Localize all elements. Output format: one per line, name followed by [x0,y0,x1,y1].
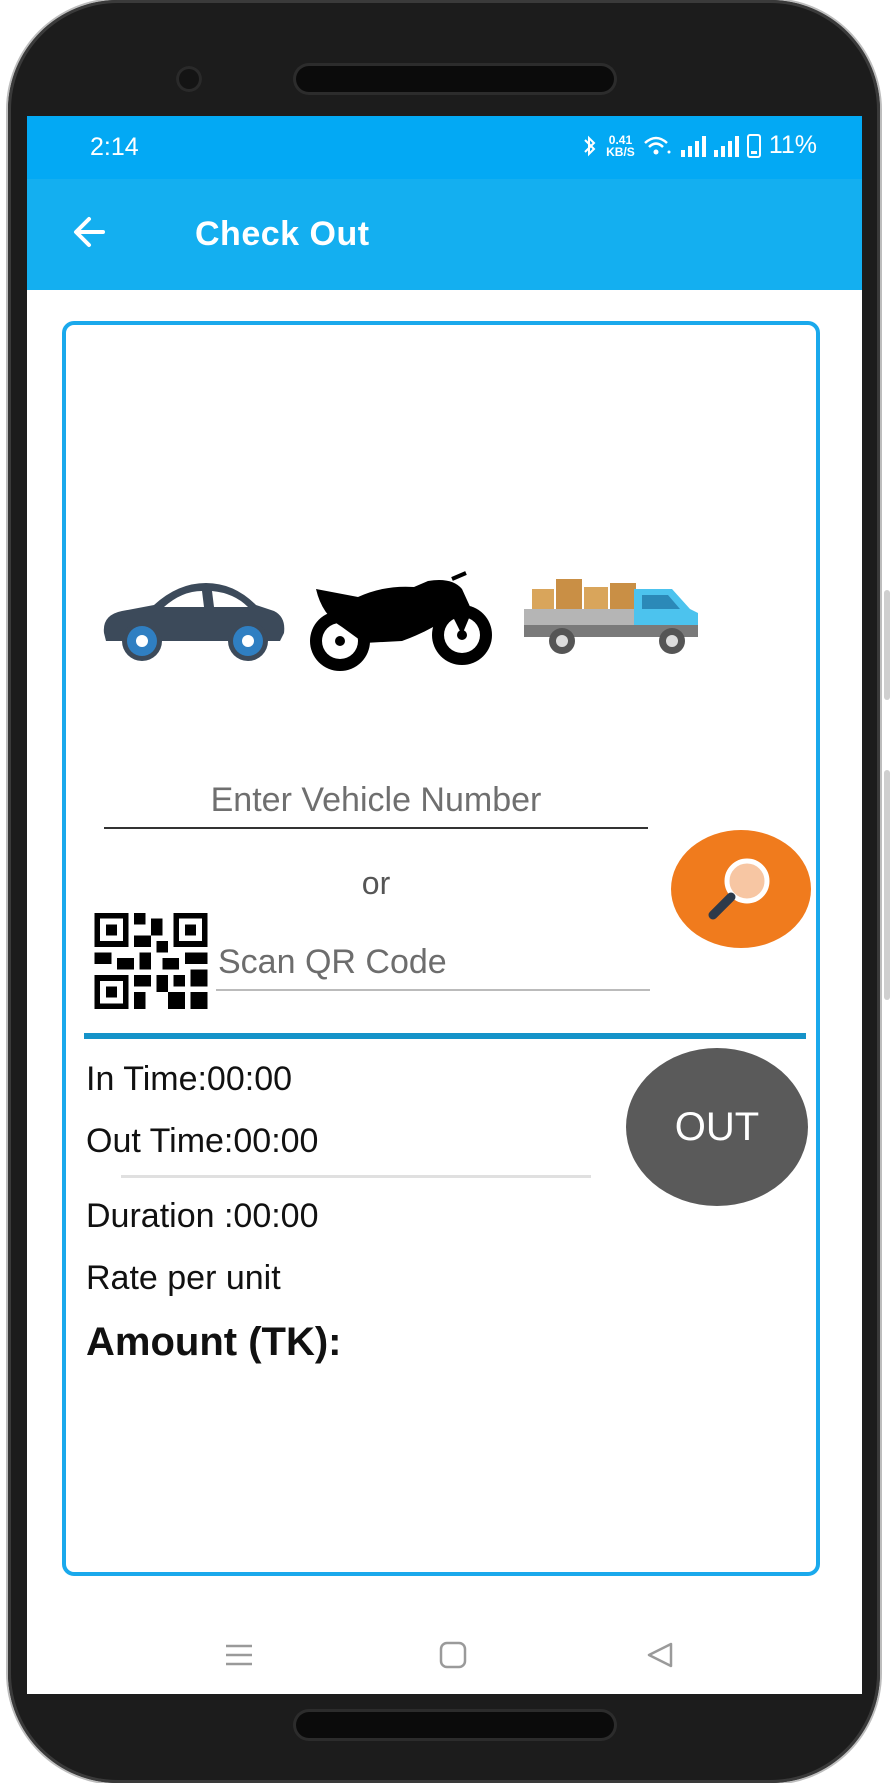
status-time: 2:14 [90,133,139,161]
rate-label: Rate per unit [86,1259,281,1297]
system-nav-bar [27,1616,862,1694]
bottom-speaker [296,1712,614,1738]
back-button[interactable] [615,1616,705,1694]
scan-qr-input[interactable] [216,935,650,991]
signal-icon-2 [713,135,739,157]
top-speaker [296,66,614,92]
search-button[interactable] [671,830,811,948]
bluetooth-icon [584,135,596,156]
network-speed-value: 0.41 [608,132,633,147]
battery-icon [746,133,761,158]
home-square-icon [439,1641,467,1669]
menu-icon [226,1644,252,1666]
front-camera [176,66,202,92]
vehicle-number-input[interactable] [104,773,648,829]
car-icon[interactable] [98,575,288,665]
wifi-icon [643,136,671,154]
network-speed-unit: KB/S [606,144,635,159]
back-triangle-icon [647,1642,673,1668]
back-arrow-icon[interactable] [67,207,117,257]
signal-icon-1 [680,135,706,157]
status-icons: 0.41 KB/S 11% [582,131,817,160]
motorbike-icon[interactable] [302,571,498,675]
volume-button [884,590,890,700]
recent-apps-button[interactable] [194,1616,284,1694]
network-speed: 0.41 KB/S [606,134,635,158]
section-divider [84,1033,806,1039]
app-bar: Check Out [27,179,862,290]
power-button [884,770,890,1000]
status-bar: 2:14 0.41 KB/S 11% [27,116,862,179]
amount-label: Amount (TK): [86,1320,342,1364]
checkout-card: or In Time:00:00 Out Time:00:00 D [62,321,820,1576]
duration-label: Duration :00:00 [86,1197,319,1235]
or-separator: or [361,865,391,901]
info-divider [121,1175,591,1178]
battery-percent: 11% [768,131,817,159]
page-title: Check Out [195,215,370,253]
qr-code-icon[interactable] [94,913,208,1009]
screen: 2:14 0.41 KB/S 11% Check Out Enter Vehic… [27,116,862,1694]
in-time-label: In Time:00:00 [86,1060,293,1098]
search-icon [708,858,770,920]
truck-icon[interactable] [522,575,702,661]
home-button[interactable] [408,1616,498,1694]
out-time-label: Out Time:00:00 [86,1122,319,1160]
out-button[interactable]: OUT [626,1048,808,1206]
